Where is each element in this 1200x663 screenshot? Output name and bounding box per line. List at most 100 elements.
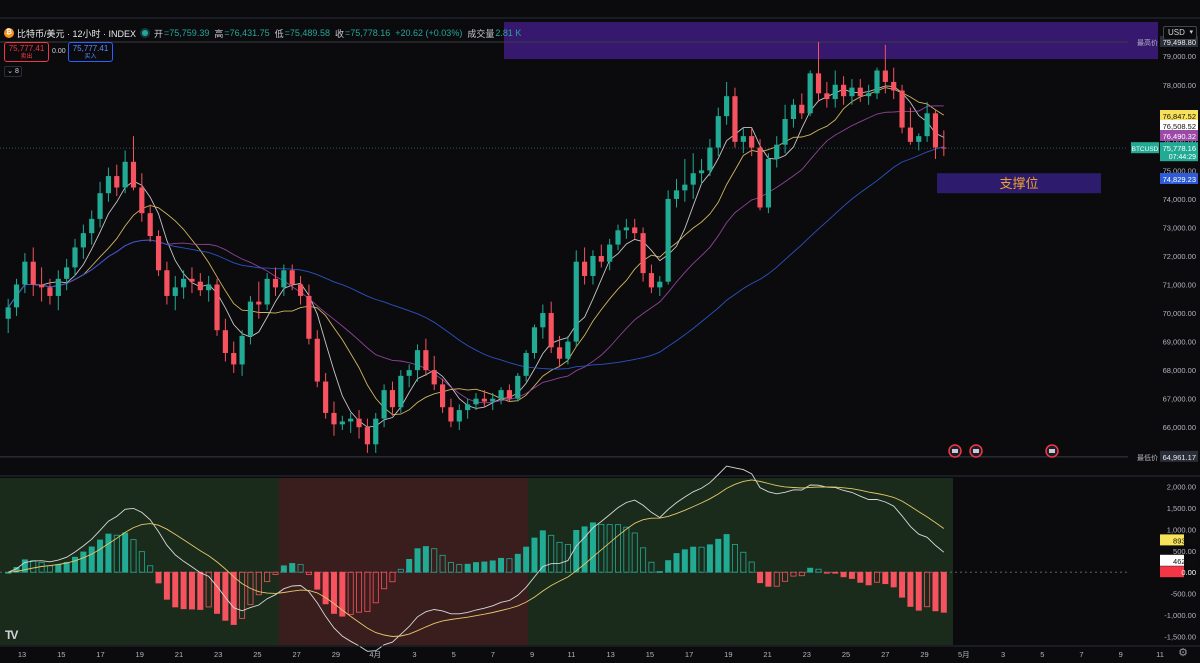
time-tick-label: 29: [920, 650, 928, 659]
candle[interactable]: [214, 278, 220, 336]
candle-body: [849, 87, 855, 97]
candle-body: [632, 227, 638, 234]
candle-body: [874, 70, 880, 94]
sell-button[interactable]: 75,777.41 卖出: [4, 42, 49, 62]
ma-value-tag: 76,490.32: [1160, 130, 1198, 141]
candle[interactable]: [899, 84, 905, 134]
time-tick-label: 3: [1001, 650, 1005, 659]
macd-histogram-bar: [848, 571, 855, 579]
candle-body: [297, 284, 304, 296]
macd-histogram-bar: [573, 530, 580, 573]
candle-body: [732, 96, 738, 142]
candle-body: [331, 412, 337, 425]
time-tick-label: 25: [253, 650, 261, 659]
candle[interactable]: [757, 138, 763, 211]
candle-body: [389, 390, 396, 408]
tradingview-logo-icon[interactable]: TV: [5, 628, 18, 642]
candle-body: [807, 73, 813, 114]
high-value: =76,431.75: [224, 28, 270, 38]
candle-body: [222, 330, 228, 354]
price-tick-label: 79,000.00: [1163, 52, 1196, 61]
candle-body: [30, 261, 36, 285]
macd-histogram-bar: [865, 571, 872, 586]
candle-body: [815, 73, 822, 94]
macd-histogram-bar: [840, 571, 847, 578]
macd-histogram-bar: [715, 538, 722, 573]
macd-histogram-bar: [907, 571, 914, 607]
flag-icon-body: [1049, 449, 1055, 453]
candle[interactable]: [398, 370, 404, 413]
time-tick-label: 7: [1079, 650, 1083, 659]
macd-histogram-bar: [188, 571, 195, 610]
macd-histogram-bar: [915, 571, 922, 611]
macd-histogram-bar: [523, 546, 530, 573]
time-tick-label: 27: [881, 650, 889, 659]
candle-body: [348, 418, 354, 422]
buy-button[interactable]: 75,777.41 买入: [68, 42, 113, 62]
low-value: =75,489.58: [284, 28, 330, 38]
macd-histogram-bar: [414, 548, 421, 573]
candle[interactable]: [314, 330, 320, 388]
symbol-tag: BTCUSD: [1132, 146, 1159, 153]
candle-body: [231, 353, 237, 365]
candle[interactable]: [573, 250, 579, 348]
event-marker[interactable]: [969, 444, 983, 458]
candle-body: [172, 287, 178, 296]
trading-chart[interactable]: 79,000.0078,000.0077,000.0076,000.0075,0…: [0, 0, 1200, 663]
time-tick-label: 17: [685, 650, 693, 659]
time-tick-label: 23: [214, 650, 222, 659]
candle-body: [465, 404, 471, 411]
candle-body: [899, 90, 905, 128]
candle-body: [164, 270, 170, 296]
price-tick-label: 70,000.00: [1163, 309, 1196, 318]
buy-price: 75,777.41: [72, 44, 109, 53]
macd-line-tag-text: 462.41: [1173, 557, 1196, 566]
candle-body: [323, 381, 329, 413]
macd-tick-label: -1,500.00: [1164, 632, 1196, 641]
candle-body: [206, 284, 212, 291]
candle[interactable]: [807, 70, 813, 117]
resistance-zone[interactable]: [504, 22, 1158, 60]
candle[interactable]: [765, 153, 771, 214]
candle-body: [882, 70, 888, 82]
candle-body: [490, 398, 496, 402]
price-tick-label: 73,000.00: [1163, 223, 1196, 232]
candle-body: [774, 144, 780, 159]
gear-icon[interactable]: ⚙: [1176, 646, 1190, 660]
candle-body: [13, 284, 20, 308]
candle-body: [122, 161, 128, 188]
candle-body: [80, 233, 86, 248]
candle-body: [89, 218, 95, 234]
candle-body: [749, 136, 755, 148]
candle-body: [640, 233, 646, 274]
indicator-count: 8: [14, 68, 19, 75]
candle-body: [181, 278, 187, 288]
macd-histogram-bar: [330, 571, 337, 614]
candle[interactable]: [155, 230, 162, 276]
candle[interactable]: [665, 190, 671, 285]
macd-histogram-bar: [899, 571, 906, 598]
event-marker[interactable]: [948, 444, 962, 458]
candle-body: [540, 313, 546, 328]
time-tick-label: 5: [1040, 650, 1044, 659]
macd-histogram-bar: [723, 534, 730, 573]
macd-histogram-bar: [122, 532, 129, 573]
symbol-header: ₿ 比特币/美元 · 12小时 · INDEX 开 =75,759.39 高 =…: [4, 26, 526, 40]
event-marker[interactable]: [1045, 444, 1059, 458]
candle[interactable]: [515, 372, 521, 402]
current-price-tag[interactable]: BTCUSD 75,778.1607:44:29: [1131, 142, 1198, 162]
buy-label: 买入: [84, 54, 97, 60]
candle-body: [64, 267, 70, 279]
price-tick-label: 69,000.00: [1163, 338, 1196, 347]
symbol-title[interactable]: 比特币/美元 · 12小时 · INDEX: [17, 27, 136, 40]
candle-body: [607, 244, 613, 262]
candle-body: [239, 335, 245, 365]
macd-histogram-bar: [673, 553, 680, 573]
candle-body: [824, 93, 830, 100]
highest-price-label: 最高价: [1137, 38, 1158, 47]
time-tick-label: 25: [842, 650, 850, 659]
candle[interactable]: [732, 87, 738, 148]
currency-select[interactable]: USD ▾: [1163, 26, 1197, 40]
indicators-toggle[interactable]: ⌄ 8: [4, 66, 22, 77]
macd-line-tag: 462.41: [1160, 554, 1196, 566]
